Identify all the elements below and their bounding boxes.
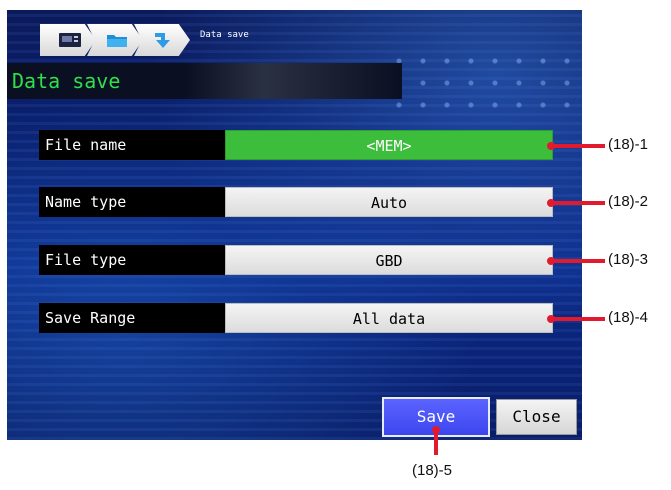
- breadcrumb-item-folder[interactable]: [87, 24, 143, 56]
- callout-label-4: (18)-4: [608, 309, 649, 326]
- file-type-field[interactable]: GBD: [225, 245, 553, 275]
- save-range-label: Save Range: [39, 303, 227, 333]
- callout-line-3: [551, 259, 605, 263]
- title-bar: Data save: [7, 63, 402, 99]
- background-dots: [387, 50, 577, 110]
- save-range-field[interactable]: All data: [225, 303, 553, 333]
- data-save-screen: Data save Data save File name <MEM> Name…: [7, 10, 582, 440]
- breadcrumb-item-memory[interactable]: [40, 24, 96, 56]
- file-type-label: File type: [39, 245, 227, 275]
- name-type-field[interactable]: Auto: [225, 187, 553, 217]
- callout-label-2: (18)-2: [608, 193, 649, 210]
- callout-label-5: (18)-5: [412, 462, 453, 479]
- callout-line-1: [551, 144, 605, 148]
- breadcrumb-current-label: Data save: [200, 30, 249, 40]
- callout-line-4: [551, 317, 605, 321]
- file-name-label: File name: [39, 130, 227, 160]
- callout-line-2: [551, 201, 605, 205]
- breadcrumb-item-data-save[interactable]: [134, 24, 190, 56]
- folder-icon: [107, 35, 127, 47]
- callout-label-3: (18)-3: [608, 251, 649, 268]
- callout-line-5: [434, 428, 438, 455]
- save-arrow-icon: [155, 33, 170, 48]
- page-title: Data save: [12, 69, 121, 93]
- callout-label-1: (18)-1: [608, 136, 649, 153]
- name-type-label: Name type: [39, 187, 227, 217]
- memory-card-icon: [59, 33, 81, 47]
- close-button[interactable]: Close: [496, 399, 577, 435]
- file-name-field[interactable]: <MEM>: [225, 130, 553, 160]
